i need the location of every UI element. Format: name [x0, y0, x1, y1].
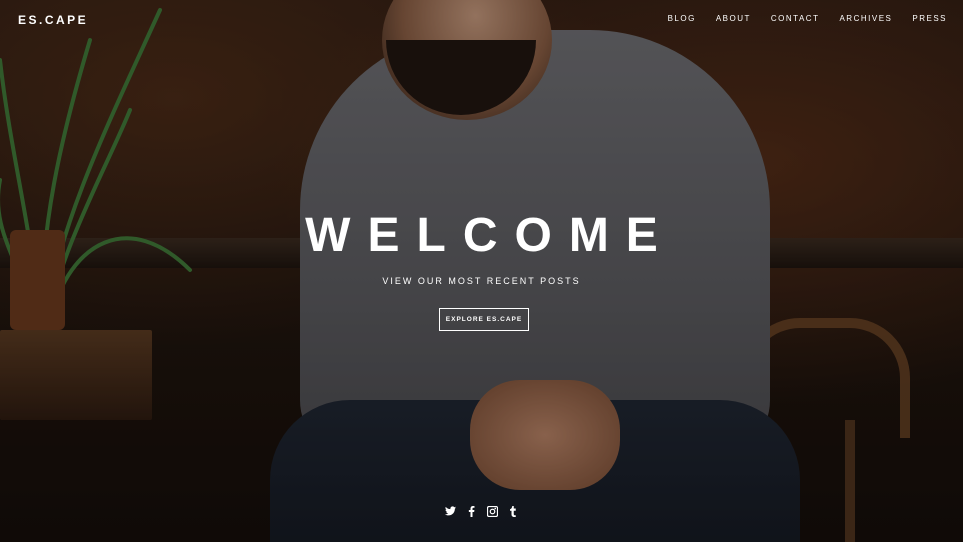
dark-overlay — [0, 0, 963, 542]
facebook-icon[interactable] — [465, 505, 477, 517]
nav-item-blog[interactable]: BLOG — [668, 14, 696, 23]
social-links — [0, 505, 963, 517]
nav-item-archives[interactable]: ARCHIVES — [839, 14, 892, 23]
site-logo[interactable]: ES.CAPE — [18, 13, 88, 27]
instagram-icon[interactable] — [486, 505, 498, 517]
nav-item-contact[interactable]: CONTACT — [771, 14, 820, 23]
hero-subtitle: VIEW OUR MOST RECENT POSTS — [382, 276, 581, 286]
main-nav: BLOG ABOUT CONTACT ARCHIVES PRESS — [668, 14, 947, 23]
hero-title: WELCOME — [305, 209, 675, 262]
explore-button[interactable]: EXPLORE ES.CAPE — [439, 308, 529, 331]
nav-item-about[interactable]: ABOUT — [716, 14, 751, 23]
twitter-icon[interactable] — [444, 505, 456, 517]
hero-section: ES.CAPE BLOG ABOUT CONTACT ARCHIVES PRES… — [0, 0, 963, 542]
tumblr-icon[interactable] — [507, 505, 519, 517]
nav-item-press[interactable]: PRESS — [912, 14, 947, 23]
